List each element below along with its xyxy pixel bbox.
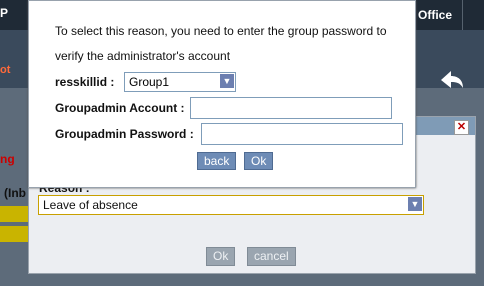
background-text-ng: ng: [0, 152, 15, 166]
divider: [462, 0, 463, 30]
chevron-down-icon: ▼: [408, 197, 422, 211]
background-text-inb: (Inb: [4, 186, 26, 200]
chevron-down-icon: ▼: [220, 74, 234, 88]
resskillid-select[interactable]: Group1 ▼: [124, 72, 236, 92]
groupadmin-account-label: Groupadmin Account :: [55, 101, 185, 115]
groupadmin-password-label: Groupadmin Password :: [55, 127, 194, 141]
reason-select-value: Leave of absence: [43, 198, 138, 212]
reason-cancel-button[interactable]: cancel: [247, 247, 296, 266]
reason-ok-button[interactable]: Ok: [206, 247, 236, 266]
reason-select[interactable]: Leave of absence ▼: [38, 195, 424, 215]
office-menu[interactable]: Office: [418, 8, 452, 22]
toolbar-left-text: ot: [0, 64, 11, 76]
background-row: [0, 226, 28, 242]
message-line-2: verify the administrator's account: [55, 49, 231, 63]
top-bar-left-text: P: [0, 6, 9, 20]
resskillid-select-value: Group1: [129, 75, 170, 89]
ok-button[interactable]: Ok: [244, 152, 274, 170]
back-button[interactable]: back: [197, 152, 237, 170]
close-icon[interactable]: ✕: [454, 120, 469, 135]
background-row: [0, 206, 28, 222]
password-dialog: To select this reason, you need to enter…: [28, 0, 416, 188]
groupadmin-password-input[interactable]: [201, 123, 403, 145]
resskillid-label: resskillid :: [55, 75, 115, 89]
groupadmin-account-input[interactable]: [190, 97, 392, 119]
message-line-1: To select this reason, you need to enter…: [55, 24, 387, 38]
